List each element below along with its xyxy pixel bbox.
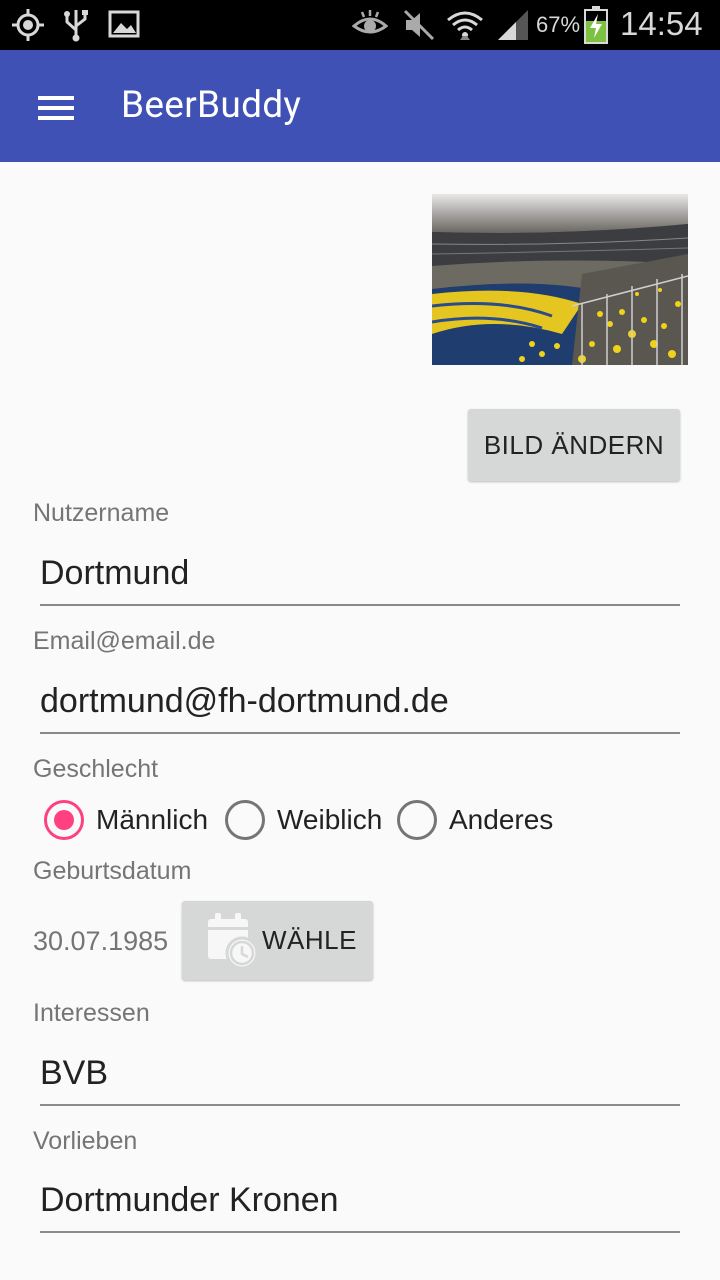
choose-date-label: WÄHLE: [262, 925, 357, 955]
app-bar: BeerBuddy: [0, 50, 720, 162]
hamburger-menu-icon[interactable]: [28, 86, 84, 126]
change-image-button[interactable]: BILD ÄNDERN: [468, 409, 680, 481]
preferences-field[interactable]: Dortmunder Kronen: [40, 1177, 680, 1233]
profile-image: [432, 194, 688, 365]
birthdate-value: 30.07.1985: [33, 926, 169, 956]
usb-icon: [64, 10, 88, 42]
preferences-label: Vorlieben: [33, 1127, 138, 1155]
signal-icon: [498, 10, 528, 40]
radio-label: Männlich: [96, 804, 209, 835]
eye-icon: [352, 10, 388, 34]
email-field[interactable]: dortmund@fh-dortmund.de: [40, 678, 680, 734]
gender-radio-female[interactable]: Weiblich: [225, 800, 382, 840]
radio-label: Weiblich: [277, 804, 383, 835]
gender-radio-other[interactable]: Anderes: [397, 800, 553, 840]
status-bar: 67% 14:54: [0, 0, 720, 50]
username-label: Nutzername: [33, 499, 170, 527]
radio-unchecked-icon: [397, 800, 437, 840]
clock: 14:54: [620, 5, 703, 42]
username-field[interactable]: Dortmund: [40, 550, 680, 606]
battery-percent: 67%: [536, 12, 581, 37]
choose-date-button[interactable]: WÄHLE: [182, 901, 373, 980]
interests-field[interactable]: BVB: [40, 1050, 680, 1106]
calendar-clock-icon: [208, 913, 259, 969]
gps-icon: [12, 9, 44, 41]
battery-charging-icon: [584, 6, 608, 44]
wifi-icon: [447, 11, 483, 40]
birthdate-label: Geburtsdatum: [33, 857, 192, 885]
email-label: Email@email.de: [33, 627, 216, 655]
app-title: BeerBuddy: [121, 84, 302, 127]
gender-radio-male[interactable]: Männlich: [44, 800, 208, 840]
radio-label: Anderes: [449, 804, 554, 835]
gender-label: Geschlecht: [33, 755, 159, 783]
radio-unchecked-icon: [225, 800, 265, 840]
radio-checked-icon: [44, 800, 84, 840]
mute-icon: [403, 9, 435, 41]
image-icon: [108, 10, 140, 38]
interests-label: Interessen: [33, 999, 150, 1027]
